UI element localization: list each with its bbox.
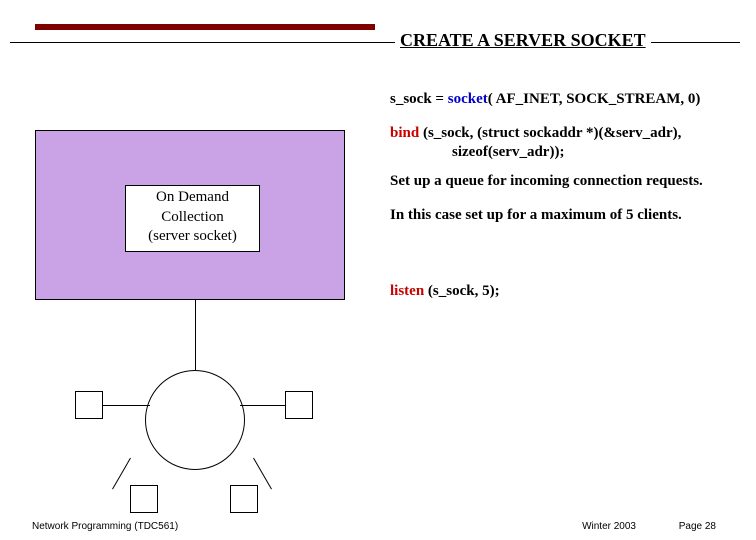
diagram: On Demand Collection (server socket) (35, 130, 345, 500)
code-text: ( AF_INET, SOCK_STREAM, 0) (488, 91, 701, 107)
label-line-2: Collection (126, 208, 259, 228)
connector-line (112, 458, 131, 490)
footer-course: Network Programming (TDC561) (32, 521, 178, 532)
code-text: (s_sock, 5); (424, 283, 499, 299)
label-line-3: (server socket) (126, 227, 259, 247)
code-line-socket: s_sock = socket( AF_INET, SOCK_STREAM, 0… (390, 90, 740, 109)
client-node (75, 391, 103, 419)
code-line-bind: bind (s_sock, (struct sockaddr *)(&serv_… (390, 124, 740, 162)
code-text: (s_sock, (struct sockaddr *)(&serv_adr), (419, 125, 681, 141)
code-text: sizeof(serv_adr)); (452, 144, 564, 160)
client-node (130, 485, 158, 513)
explain-setup: Set up a queue for incoming connection r… (390, 172, 740, 191)
client-node (285, 391, 313, 419)
keyword-listen: listen (390, 283, 424, 299)
connector-line (100, 405, 150, 406)
hub-circle (145, 370, 245, 470)
explain-case: In this case set up for a maximum of 5 c… (390, 206, 740, 225)
keyword-bind: bind (390, 125, 419, 141)
connector-line (240, 405, 290, 406)
server-socket-label: On Demand Collection (server socket) (125, 185, 260, 252)
code-text: s_sock = (390, 91, 448, 107)
code-line-listen: listen (s_sock, 5); (390, 282, 740, 301)
page-title: CREATE A SERVER SOCKET (395, 30, 651, 51)
label-line-1: On Demand (126, 188, 259, 208)
title-accent-bar (35, 24, 375, 30)
title-bar: CREATE A SERVER SOCKET (0, 24, 756, 64)
connector-line (195, 300, 196, 372)
footer-page: Page 28 (679, 521, 716, 532)
footer-term: Winter 2003 (582, 521, 636, 532)
keyword-socket: socket (448, 91, 488, 107)
client-node (230, 485, 258, 513)
